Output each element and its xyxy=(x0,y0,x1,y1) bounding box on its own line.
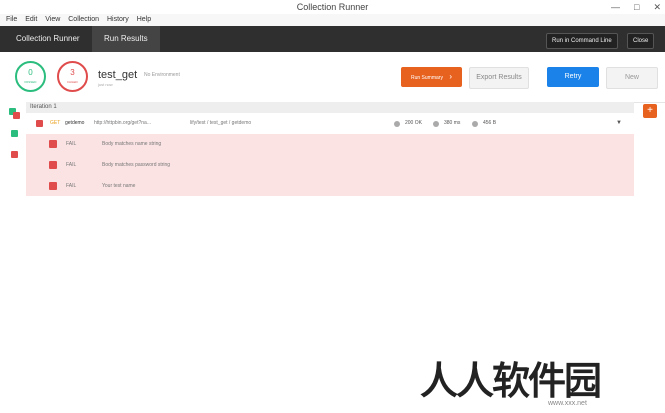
test-name: Your test name xyxy=(102,183,136,189)
close-window-icon[interactable]: ✕ xyxy=(653,0,661,14)
iteration-header: Iteration 1 xyxy=(26,102,634,113)
failed-count: 3 xyxy=(70,68,75,77)
response-status: 200 OK xyxy=(405,120,422,126)
test-result: FAIL xyxy=(66,141,77,147)
maximize-icon[interactable]: □ xyxy=(634,0,639,14)
test-result: FAIL xyxy=(66,183,77,189)
gutter-fail-square-icon xyxy=(11,151,18,158)
request-row[interactable]: GET getdemo http://httpbin.org/get?na...… xyxy=(26,113,634,134)
run-environment: No Environment xyxy=(144,72,180,78)
window-title: Collection Runner xyxy=(296,2,369,12)
minimize-icon[interactable]: — xyxy=(611,0,620,14)
menu-file[interactable]: File xyxy=(6,16,17,23)
left-gutter xyxy=(0,102,26,413)
run-in-command-line-button[interactable]: Run in Command Line xyxy=(546,33,618,49)
tab-bar: Collection Runner Run Results Run in Com… xyxy=(0,26,665,52)
passed-count: 0 xyxy=(28,68,33,77)
retry-button[interactable]: Retry xyxy=(547,67,599,87)
test-row: FAIL Body matches password string xyxy=(26,155,634,176)
watermark-url: www.xxx.net xyxy=(548,400,587,407)
request-fail-icon xyxy=(36,120,43,127)
test-result: FAIL xyxy=(66,162,77,168)
test-row: FAIL Body matches name string xyxy=(26,134,634,155)
tab-collection-runner[interactable]: Collection Runner xyxy=(4,26,92,52)
test-fail-icon xyxy=(49,161,57,169)
plus-icon[interactable]: + xyxy=(643,104,657,118)
test-fail-icon xyxy=(49,182,57,190)
response-time: 380 ms xyxy=(444,120,461,126)
gutter-fail-marker-icon xyxy=(13,112,20,119)
close-button[interactable]: Close xyxy=(627,33,655,49)
menu-collection[interactable]: Collection xyxy=(68,16,99,23)
chevron-down-icon[interactable]: ▼ xyxy=(616,113,622,134)
export-results-button[interactable]: Export Results xyxy=(469,67,529,89)
run-name: test_get xyxy=(98,69,138,81)
test-name: Body matches name string xyxy=(102,141,162,147)
window-controls: — □ ✕ xyxy=(611,0,661,14)
run-summary-button[interactable]: Run Summary › xyxy=(401,67,462,87)
test-row: FAIL Your test name xyxy=(26,176,634,197)
menu-history[interactable]: History xyxy=(107,16,129,23)
test-results: FAIL Body matches name string FAIL Body … xyxy=(26,134,634,196)
request-method: GET xyxy=(50,120,61,126)
chevron-right-icon: › xyxy=(449,72,452,81)
watermark-logo: 人人软件园 xyxy=(420,361,602,403)
passed-counter: 0 PASSED xyxy=(15,61,46,92)
test-name: Body matches password string xyxy=(102,162,171,168)
menu-help[interactable]: Help xyxy=(137,16,151,23)
new-button[interactable]: New xyxy=(606,67,658,89)
response-size: 456 B xyxy=(483,120,497,126)
menu-edit[interactable]: Edit xyxy=(25,16,37,23)
run-summary-header: 0 PASSED 3 FAILED test_get No Environmen… xyxy=(0,52,665,103)
menu-bar: File Edit View Collection History Help xyxy=(0,14,665,26)
iteration-label: Iteration 1 xyxy=(30,104,57,110)
passed-label: PASSED xyxy=(24,80,37,84)
size-dot-icon xyxy=(472,121,478,127)
window-titlebar: Collection Runner — □ ✕ xyxy=(0,0,665,14)
run-summary-label: Run Summary xyxy=(410,75,443,81)
tab-run-results[interactable]: Run Results xyxy=(92,26,160,52)
gutter-pass-square-icon xyxy=(11,130,18,137)
failed-label: FAILED xyxy=(67,80,78,84)
request-url: http://httpbin.org/get?na... xyxy=(94,120,151,126)
test-fail-icon xyxy=(49,140,57,148)
failed-counter: 3 FAILED xyxy=(57,61,88,92)
time-dot-icon xyxy=(433,121,439,127)
request-name: getdemo xyxy=(65,120,85,126)
status-dot-icon xyxy=(394,121,400,127)
request-path: lify/test / test_get / getdemo xyxy=(190,120,252,126)
run-subtitle: just now xyxy=(98,82,113,87)
menu-view[interactable]: View xyxy=(45,16,60,23)
